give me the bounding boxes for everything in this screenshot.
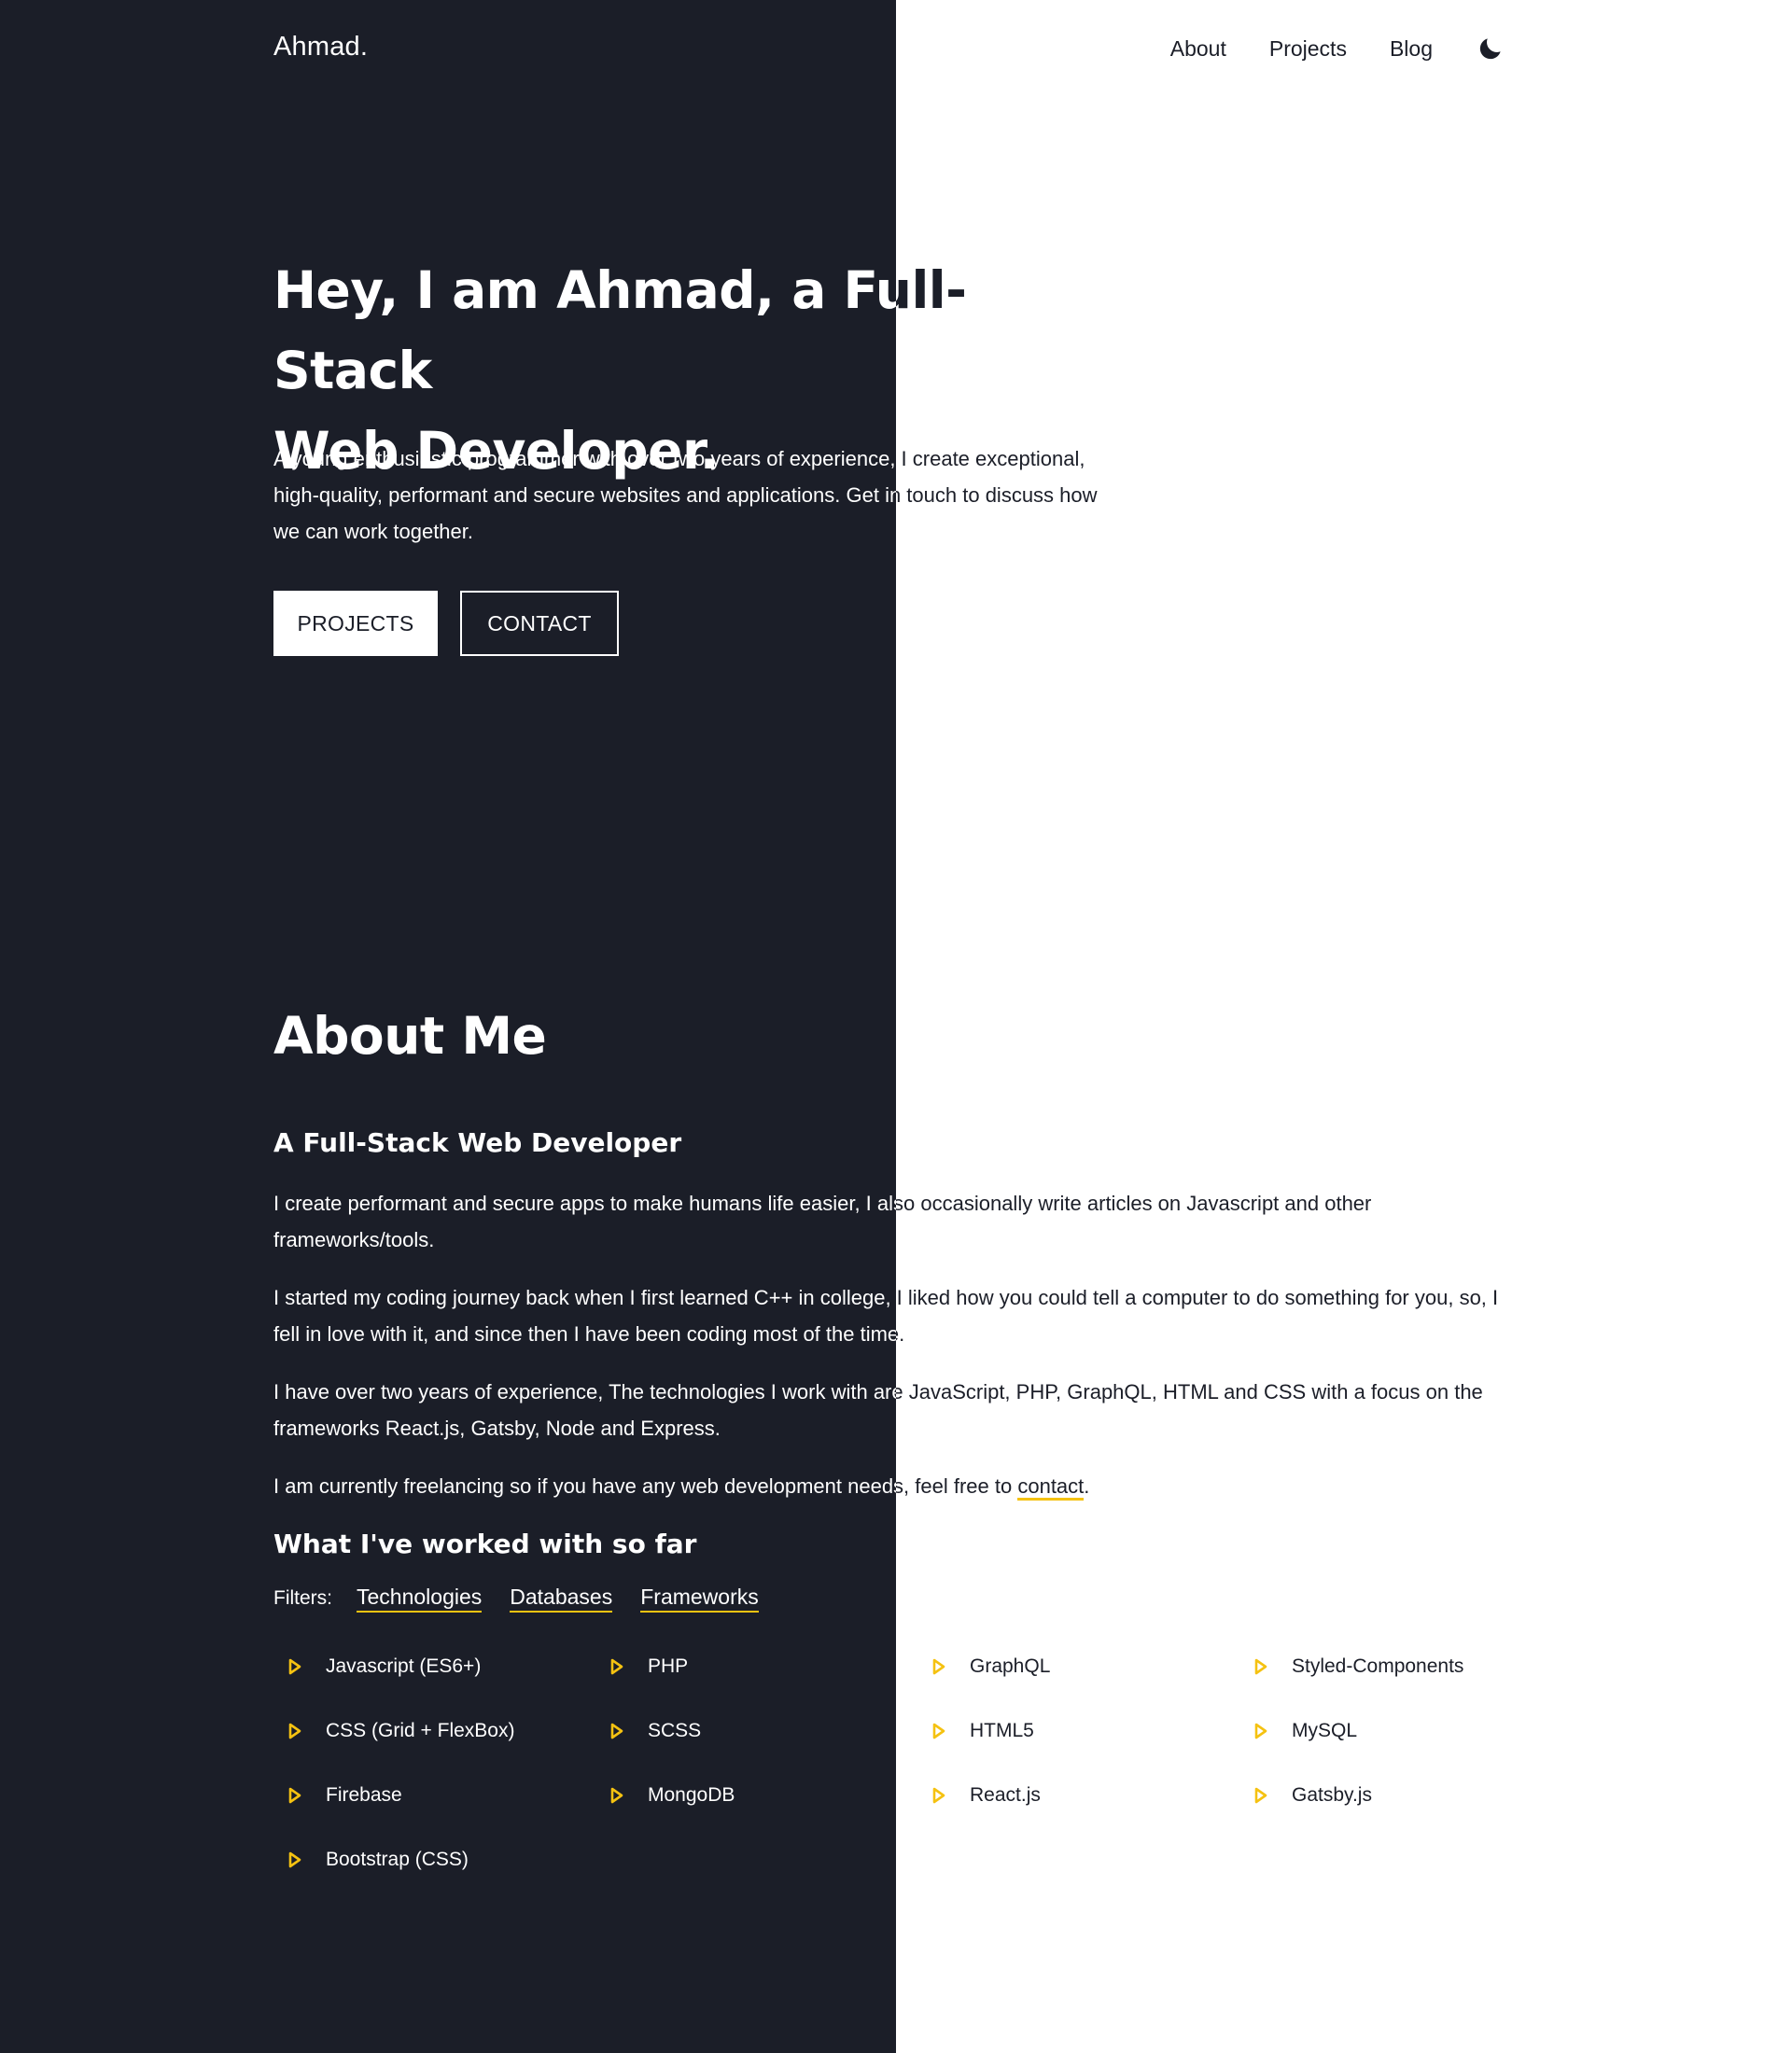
main-nav: About Projects Blog xyxy=(1127,26,1511,71)
filters-label: Filters: xyxy=(273,1587,332,1609)
skill-label: MySQL xyxy=(1292,1720,1358,1741)
skill-item: Styled-Components xyxy=(1254,1650,1576,1683)
skill-item: HTML5 xyxy=(932,1714,1254,1748)
triangle-bullet-icon xyxy=(932,1723,945,1739)
hero-buttons: PROJECTS CONTACT xyxy=(273,591,619,656)
contact-link[interactable]: contact xyxy=(1017,1474,1085,1501)
triangle-bullet-icon xyxy=(610,1723,623,1739)
triangle-bullet-icon xyxy=(1254,1658,1267,1675)
hero-title-line-1: Hey, I am Ahmad, a Full-Stack xyxy=(273,260,967,400)
triangle-bullet-icon xyxy=(610,1787,623,1804)
skill-label: Gatsby.js xyxy=(1292,1784,1372,1806)
skill-label: MongoDB xyxy=(648,1784,735,1806)
triangle-bullet-icon xyxy=(288,1723,301,1739)
filter-frameworks[interactable]: Frameworks xyxy=(640,1585,759,1613)
nav-link-about[interactable]: About xyxy=(1170,36,1226,62)
triangle-bullet-icon xyxy=(932,1787,945,1804)
skill-label: Javascript (ES6+) xyxy=(326,1655,482,1677)
about-paragraph-4-end: . xyxy=(1084,1474,1090,1498)
skill-item: Bootstrap (CSS) xyxy=(288,1843,610,1877)
skill-item: MongoDB xyxy=(610,1779,896,1812)
skill-item: CSS (Grid + FlexBox) xyxy=(288,1714,610,1748)
triangle-bullet-icon xyxy=(1254,1723,1267,1739)
nav-link-projects[interactable]: Projects xyxy=(1269,36,1347,62)
contact-button[interactable]: CONTACT xyxy=(460,591,619,656)
triangle-bullet-icon xyxy=(1254,1787,1267,1804)
worked-with-title: What I've worked with so far xyxy=(273,1529,697,1559)
triangle-bullet-icon xyxy=(610,1658,623,1675)
triangle-bullet-icon xyxy=(932,1658,945,1675)
about-title: About Me xyxy=(273,1006,547,1066)
triangle-bullet-icon xyxy=(288,1851,301,1868)
triangle-bullet-icon xyxy=(288,1787,301,1804)
projects-button[interactable]: PROJECTS xyxy=(273,591,438,656)
about-subtitle: A Full-Stack Web Developer xyxy=(273,1127,682,1158)
skill-item: Gatsby.js xyxy=(1254,1779,1576,1812)
filter-technologies[interactable]: Technologies xyxy=(357,1585,483,1613)
skill-label: CSS (Grid + FlexBox) xyxy=(326,1720,515,1741)
skill-label: Bootstrap (CSS) xyxy=(326,1849,469,1870)
nav-link-blog[interactable]: Blog xyxy=(1390,36,1433,62)
skill-label: PHP xyxy=(648,1655,689,1677)
skill-item: Javascript (ES6+) xyxy=(288,1650,610,1683)
skill-filters: Filters: Technologies Databases Framewor… xyxy=(273,1585,787,1613)
skill-item: SCSS xyxy=(610,1714,896,1748)
skill-item: React.js xyxy=(932,1779,1254,1812)
skill-label: HTML5 xyxy=(970,1720,1034,1741)
skill-item: Firebase xyxy=(288,1779,610,1812)
skill-label: React.js xyxy=(970,1784,1041,1806)
skill-item: MySQL xyxy=(1254,1714,1576,1748)
moon-icon xyxy=(1479,38,1501,60)
skill-label: Firebase xyxy=(326,1784,402,1806)
filter-databases[interactable]: Databases xyxy=(510,1585,613,1613)
skill-label: SCSS xyxy=(648,1720,702,1741)
skill-label: GraphQL xyxy=(970,1655,1051,1677)
site-logo[interactable]: Ahmad. xyxy=(273,32,368,63)
skill-item: GraphQL xyxy=(932,1650,1254,1683)
skill-item: PHP xyxy=(610,1650,896,1683)
theme-toggle-button[interactable] xyxy=(1476,34,1505,63)
triangle-bullet-icon xyxy=(288,1658,301,1675)
skill-label: Styled-Components xyxy=(1292,1655,1464,1677)
